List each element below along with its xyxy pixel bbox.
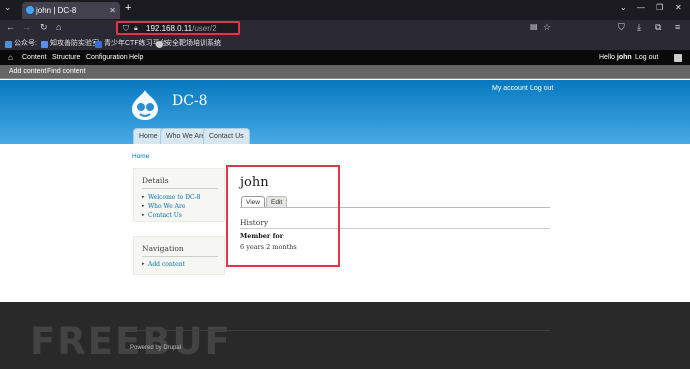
sidebar-link-welcome[interactable]: Welcome to DC-8 xyxy=(142,194,200,201)
header-divider xyxy=(0,144,690,146)
shortcuts-toggle-icon[interactable] xyxy=(674,54,682,62)
toolbar-help[interactable]: Help xyxy=(129,51,143,65)
divider xyxy=(142,256,218,257)
powered-by-drupal[interactable]: Powered by Drupal xyxy=(130,345,181,351)
shield-icon[interactable]: ⛉ xyxy=(618,22,625,33)
bookmark-item[interactable]: 安全靶场培训系统 xyxy=(156,38,221,50)
watermark: FREEBUF xyxy=(30,320,232,363)
toolbar-logout[interactable]: Log out xyxy=(635,51,658,65)
reader-view-icon[interactable]: ▤ xyxy=(530,22,538,31)
download-icon[interactable]: ⤓ xyxy=(637,22,641,33)
minimize-icon[interactable]: — xyxy=(637,3,645,12)
bookmark-label: 知攻善防实验室 xyxy=(50,40,99,47)
navigation-title: Navigation xyxy=(142,244,184,253)
restore-icon[interactable]: ❐ xyxy=(656,3,663,12)
reload-icon[interactable]: ↻ xyxy=(40,22,48,33)
address-bar[interactable]: ⛉ 🔒︎ 192.168.0.11/user/2 xyxy=(116,21,240,35)
tab-list-icon[interactable]: ⌄ xyxy=(4,2,12,13)
toolbar-content[interactable]: Content xyxy=(22,51,47,65)
main-menu-contact-us[interactable]: Contact Us xyxy=(203,128,250,144)
extensions-icon[interactable]: ⧉ xyxy=(655,22,661,33)
site-header: DC-8 My account Log out Home Who We Are … xyxy=(0,80,690,144)
greeting-prefix: Hello xyxy=(599,54,615,61)
drupal-favicon-icon xyxy=(26,6,34,14)
secondary-menu-my-account[interactable]: My account xyxy=(492,85,528,92)
navigation-block: Navigation Add content xyxy=(133,236,225,275)
drupal-page: ⌂ Content Structure Configuration Help H… xyxy=(0,51,690,369)
home-icon[interactable]: ⌂ xyxy=(56,22,61,32)
close-icon[interactable]: ✕ xyxy=(675,3,682,12)
bookmarks-toolbar: 公众号: 知攻善防实验室 青少年CTF练习平台 安全靶场培训系统 xyxy=(0,37,690,51)
home-icon[interactable]: ⌂ xyxy=(8,51,13,65)
bookmark-star-icon[interactable]: ☆ xyxy=(543,22,551,33)
tab-overflow-icon[interactable]: ⌄ xyxy=(620,3,627,12)
browser-tab[interactable]: john | DC-8 ✕ xyxy=(22,2,120,19)
drupal-logo-icon[interactable] xyxy=(130,89,160,121)
greeting: Hello john xyxy=(599,51,632,65)
sidebar-link-contact-us[interactable]: Contact Us xyxy=(142,212,182,219)
url-host: 192.168.0.11 xyxy=(146,24,193,33)
back-icon[interactable]: ← xyxy=(6,22,15,32)
admin-toolbar: ⌂ Content Structure Configuration Help H… xyxy=(0,51,690,65)
breadcrumb[interactable]: Home xyxy=(132,153,149,160)
browser-tab-bar: ⌄ john | DC-8 ✕ + ⌄ — ❐ ✕ xyxy=(0,0,690,20)
greeting-user[interactable]: john xyxy=(617,54,632,61)
highlight-box xyxy=(226,165,340,267)
bookmark-favicon-icon xyxy=(5,41,12,48)
bookmark-item[interactable]: 知攻善防实验室 xyxy=(41,38,99,50)
site-name[interactable]: DC-8 xyxy=(172,93,208,109)
bookmark-label: 公众号: xyxy=(14,40,37,47)
footer-divider xyxy=(130,330,550,331)
tab-title: john | DC-8 xyxy=(36,6,77,15)
bookmark-favicon-icon xyxy=(41,41,48,48)
bookmark-item[interactable]: 公众号: xyxy=(5,38,37,50)
secondary-menu-logout[interactable]: Log out xyxy=(530,85,553,92)
sidebar-link-add-content[interactable]: Add content xyxy=(142,261,185,268)
bookmark-favicon-icon xyxy=(95,41,102,48)
shortcut-add-content[interactable]: Add content xyxy=(9,65,46,79)
close-tab-icon[interactable]: ✕ xyxy=(109,2,116,19)
site-footer: FREEBUF Powered by Drupal xyxy=(0,302,690,369)
bookmark-label: 安全靶场培训系统 xyxy=(165,40,221,47)
divider xyxy=(142,188,218,189)
shortcuts-bar: Add content Find content xyxy=(0,65,690,79)
menu-icon[interactable]: ≡ xyxy=(675,22,680,32)
toolbar-structure[interactable]: Structure xyxy=(52,51,80,65)
sidebar-link-who-we-are[interactable]: Who We Are xyxy=(142,203,185,210)
browser-nav-bar: ← → ↻ ⌂ ▤ ☆ ⛉ ⤓ ⧉ ≡ xyxy=(0,20,690,37)
forward-icon[interactable]: → xyxy=(22,22,31,32)
lock-icon[interactable]: 🔒︎ xyxy=(134,23,138,34)
details-title: Details xyxy=(142,176,169,185)
globe-icon xyxy=(156,41,163,48)
toolbar-configuration[interactable]: Configuration xyxy=(86,51,128,65)
url-path: /user/2 xyxy=(192,24,217,33)
shortcut-find-content[interactable]: Find content xyxy=(47,65,86,79)
new-tab-button[interactable]: + xyxy=(125,2,131,14)
tracking-protection-icon[interactable]: ⛉ xyxy=(123,23,129,34)
details-block: Details Welcome to DC-8 Who We Are Conta… xyxy=(133,168,225,222)
